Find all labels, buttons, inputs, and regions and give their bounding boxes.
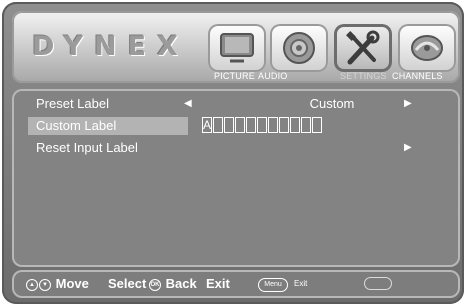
tab-label-channels: CHANNELS [392,71,443,81]
char-box[interactable] [213,117,223,133]
preset-label-value: Custom [309,96,355,111]
speaker-icon [283,32,315,64]
tab-label-picture: PICTURE [214,71,255,81]
help-move: ▲ ▼ Move [26,276,89,292]
tab-audio[interactable] [270,24,328,72]
up-button-icon: ▲ [26,278,38,291]
menu-row-custom-label[interactable]: Custom Label A [22,117,452,135]
help-select-label: Select [108,276,147,291]
char-box[interactable] [235,117,245,133]
exit-button-icon [364,277,392,290]
menu-button-icon: Menu [258,278,288,292]
char-box[interactable] [290,117,300,133]
tab-label-audio: AUDIO [258,71,288,81]
char-box[interactable] [224,117,234,133]
help-exit-small: Exit [294,279,308,288]
menu-row-label: Preset Label [36,96,109,111]
tv-icon [220,33,254,63]
menu-row-label: Custom Label [36,118,117,133]
menu-row-reset-input-label[interactable]: Reset Input Label ▶ [22,139,452,157]
char-box[interactable] [279,117,289,133]
settings-menu-panel: Preset Label ◀ Custom ▶ Custom Label A R… [12,89,460,267]
brand-logo: DYNEX [32,31,189,62]
char-box[interactable] [257,117,267,133]
tab-label-settings: SETTINGS [340,71,387,81]
char-box[interactable] [268,117,278,133]
tv-osd-frame: DYNEX PICTURE AUDIO SETTINGS CHANNELS Pr… [2,2,464,304]
arrow-left-icon[interactable]: ◀ [184,95,192,113]
custom-label-char-grid[interactable]: A [202,117,323,135]
footer-help-bar: ▲ ▼ Move Select OK Back Exit Menu Exit [12,270,460,298]
enter-button-icon: OK [149,278,161,291]
down-button-icon: ▼ [39,278,51,291]
char-box[interactable] [246,117,256,133]
wrench-screwdriver-icon [346,30,380,65]
satellite-dish-icon [411,35,443,61]
help-back-label: Back [165,276,197,291]
arrow-right-icon[interactable]: ▶ [404,95,412,113]
help-back: OK Back [149,276,197,292]
menu-row-label: Reset Input Label [36,140,138,155]
menu-row-preset-label[interactable]: Preset Label ◀ Custom ▶ [22,95,452,113]
tab-channels[interactable] [398,24,456,72]
char-box[interactable] [312,117,322,133]
char-box[interactable] [301,117,311,133]
menu-header: DYNEX PICTURE AUDIO SETTINGS CHANNELS [12,11,460,83]
tab-settings[interactable] [334,24,392,72]
tab-picture[interactable] [208,24,266,72]
arrow-right-icon[interactable]: ▶ [404,139,412,157]
help-exit-label: Exit [206,276,230,291]
help-move-label: Move [55,276,89,291]
char-box[interactable]: A [202,117,212,133]
